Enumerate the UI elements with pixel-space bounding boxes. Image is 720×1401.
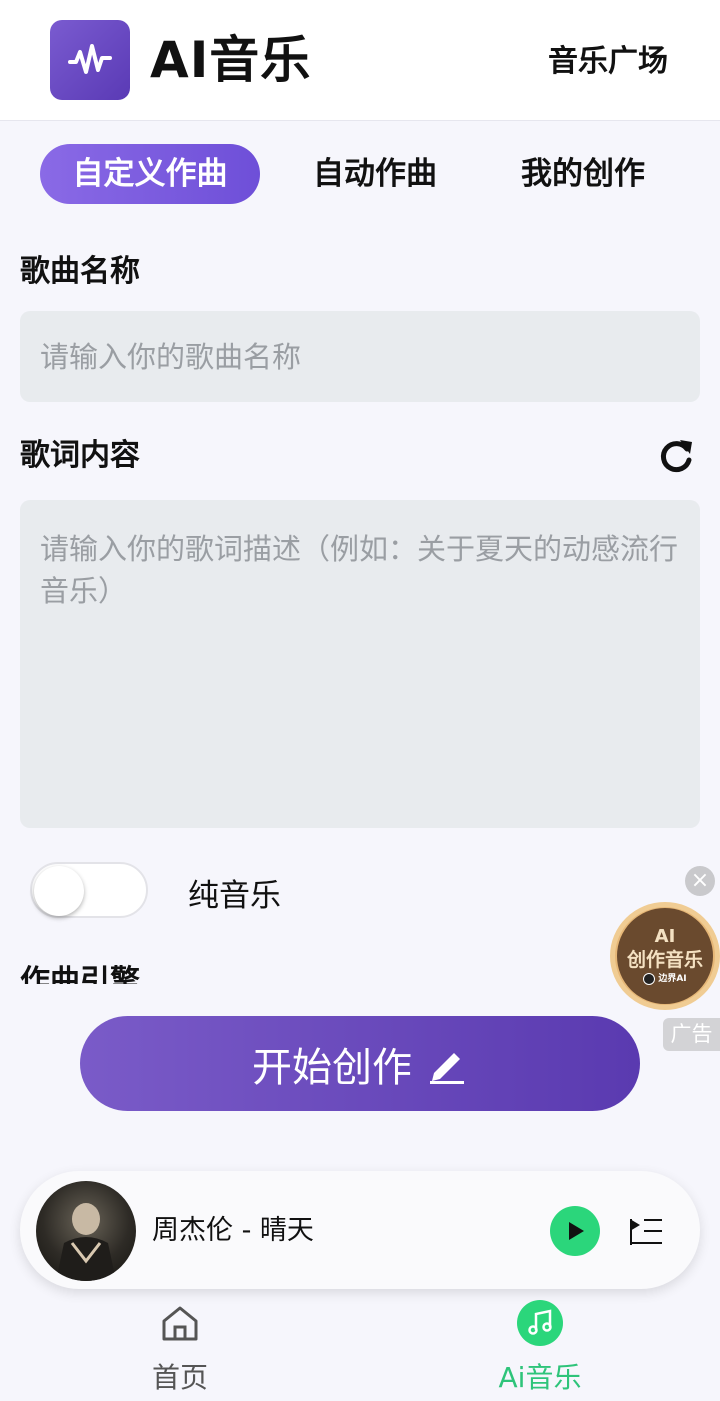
ad-brand: 边界AI	[643, 972, 687, 986]
toggle-knob	[34, 866, 84, 916]
lyrics-textarea[interactable]: 请输入你的歌词描述（例如：关于夏天的动感流行音乐）	[20, 500, 700, 828]
tab-auto-compose[interactable]: 自动作曲	[290, 144, 460, 204]
song-name-placeholder: 请输入你的歌曲名称	[40, 340, 302, 374]
mini-player[interactable]: 周杰伦 - 晴天	[20, 1171, 700, 1289]
ad-inner: AI 创作音乐 边界AI	[617, 908, 713, 1004]
app-title: AI音乐	[150, 31, 312, 89]
start-create-button[interactable]: 开始创作	[80, 1016, 640, 1111]
tab-my-creations[interactable]: 我的创作	[498, 144, 668, 204]
song-name-label: 歌曲名称	[20, 254, 140, 289]
mode-tabs: 自定义作曲 自动作曲 我的创作	[0, 144, 720, 204]
tab-custom-compose[interactable]: 自定义作曲	[40, 144, 260, 204]
brand-dot-icon	[643, 973, 656, 985]
lyrics-placeholder: 请输入你的歌词描述（例如：关于夏天的动感流行音乐）	[40, 532, 679, 608]
now-playing-title: 周杰伦 - 晴天	[152, 1215, 314, 1246]
app-logo	[50, 20, 130, 100]
play-button[interactable]	[550, 1206, 600, 1256]
playlist-icon[interactable]	[628, 1215, 664, 1247]
refresh-icon[interactable]	[656, 436, 696, 476]
compose-engine-label: 作曲引擎	[20, 964, 140, 984]
album-cover[interactable]	[36, 1181, 136, 1281]
app-header: AI音乐 音乐广场	[0, 0, 720, 121]
ad-line-1: AI	[654, 926, 676, 947]
waveform-icon	[68, 44, 112, 74]
pencil-icon	[430, 1052, 464, 1084]
nav-home-label: 首页	[151, 1361, 208, 1394]
music-plaza-link[interactable]: 音乐广场	[548, 40, 668, 84]
nav-ai-music-label: Ai音乐	[498, 1361, 582, 1394]
start-create-label: 开始创作	[252, 1044, 412, 1091]
nav-ai-music[interactable]: Ai音乐	[450, 1300, 630, 1398]
play-icon	[569, 1222, 584, 1240]
lyrics-label: 歌词内容	[20, 438, 140, 473]
home-icon	[157, 1300, 203, 1346]
nav-home[interactable]: 首页	[90, 1300, 270, 1398]
pure-music-label: 纯音乐	[188, 878, 281, 914]
ad-tag: 广告	[663, 1018, 720, 1051]
album-art	[56, 1203, 116, 1281]
song-name-input[interactable]: 请输入你的歌曲名称	[20, 311, 700, 402]
music-note-icon	[517, 1300, 563, 1346]
ad-line-2: 创作音乐	[626, 949, 703, 971]
ad-banner[interactable]: AI 创作音乐 边界AI	[610, 902, 720, 1010]
pure-music-toggle[interactable]	[30, 862, 148, 918]
ad-close-button[interactable]: ×	[685, 866, 715, 896]
ad-brand-text: 边界AI	[658, 974, 687, 984]
